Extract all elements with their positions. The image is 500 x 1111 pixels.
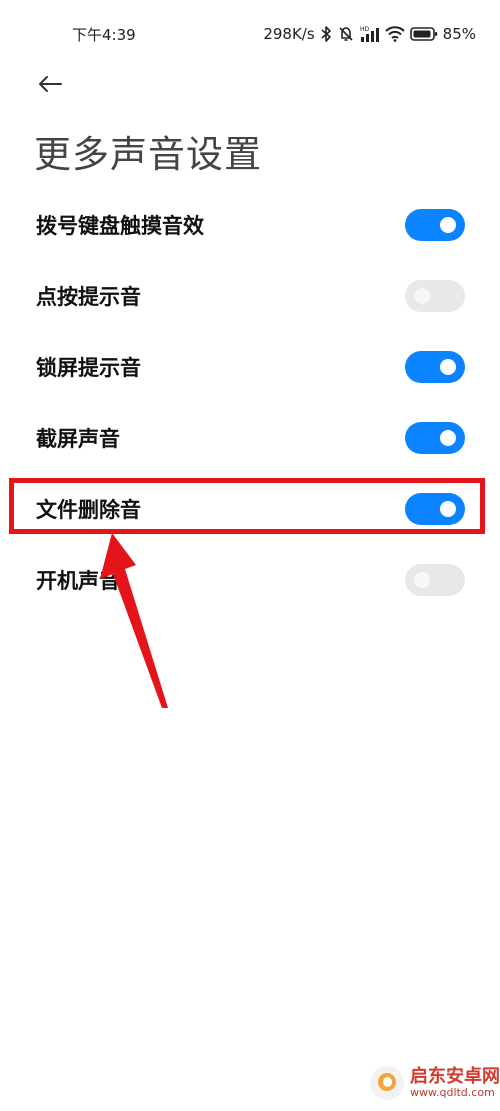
setting-row-screenshot-sound[interactable]: 截屏声音 [0, 402, 500, 473]
toggle-switch[interactable] [405, 208, 465, 241]
watermark-name: 启东安卓网 [410, 1065, 500, 1087]
network-speed: 298K/s [263, 25, 315, 43]
watermark: 启东安卓网 www.qdltd.com [370, 1066, 500, 1100]
mute-bell-icon [337, 25, 355, 43]
setting-label: 点按提示音 [36, 284, 141, 309]
setting-label: 文件删除音 [36, 497, 141, 522]
toggle-knob [440, 500, 456, 517]
battery-percent: 85% [442, 25, 476, 43]
battery-icon [409, 26, 438, 42]
toggle-switch[interactable] [405, 421, 465, 454]
wifi-icon [384, 26, 405, 42]
setting-label: 截屏声音 [36, 426, 120, 451]
setting-row-file-delete-sound[interactable]: 文件删除音 [0, 473, 500, 544]
bluetooth-icon [320, 25, 332, 43]
setting-label: 拨号键盘触摸音效 [36, 213, 204, 238]
toggle-knob [440, 358, 456, 375]
setting-row-lock-sound[interactable]: 锁屏提示音 [0, 331, 500, 402]
back-button[interactable] [32, 66, 68, 102]
toggle-switch[interactable] [405, 350, 465, 383]
setting-label: 锁屏提示音 [36, 355, 141, 380]
svg-text:HD: HD [360, 26, 370, 33]
toggle-switch[interactable] [405, 563, 465, 596]
watermark-logo-icon [370, 1066, 404, 1100]
watermark-url: www.qdltd.com [410, 1085, 495, 1099]
status-bar: 下午4:39 298K/s HD 85% [0, 0, 500, 66]
toggle-switch[interactable] [405, 279, 465, 312]
toggle-knob [440, 429, 456, 446]
setting-row-tap-sound[interactable]: 点按提示音 [0, 260, 500, 331]
hd-signal-icon: HD [360, 25, 380, 43]
status-indicators: 298K/s HD 85% [263, 22, 476, 46]
setting-label: 开机声音 [36, 568, 120, 593]
toggle-knob [414, 287, 430, 304]
toggle-knob [414, 571, 430, 588]
toggle-knob [440, 216, 456, 233]
arrow-left-icon [39, 76, 62, 92]
setting-row-boot-sound[interactable]: 开机声音 [0, 544, 500, 615]
toggle-switch[interactable] [405, 492, 465, 525]
status-time: 下午4:39 [72, 26, 136, 44]
page-title: 更多声音设置 [34, 133, 262, 176]
setting-row-dialpad-touch-sound[interactable]: 拨号键盘触摸音效 [0, 189, 500, 260]
settings-list: 拨号键盘触摸音效 点按提示音 锁屏提示音 截屏声音 文件删除音 开机声音 [0, 189, 500, 615]
